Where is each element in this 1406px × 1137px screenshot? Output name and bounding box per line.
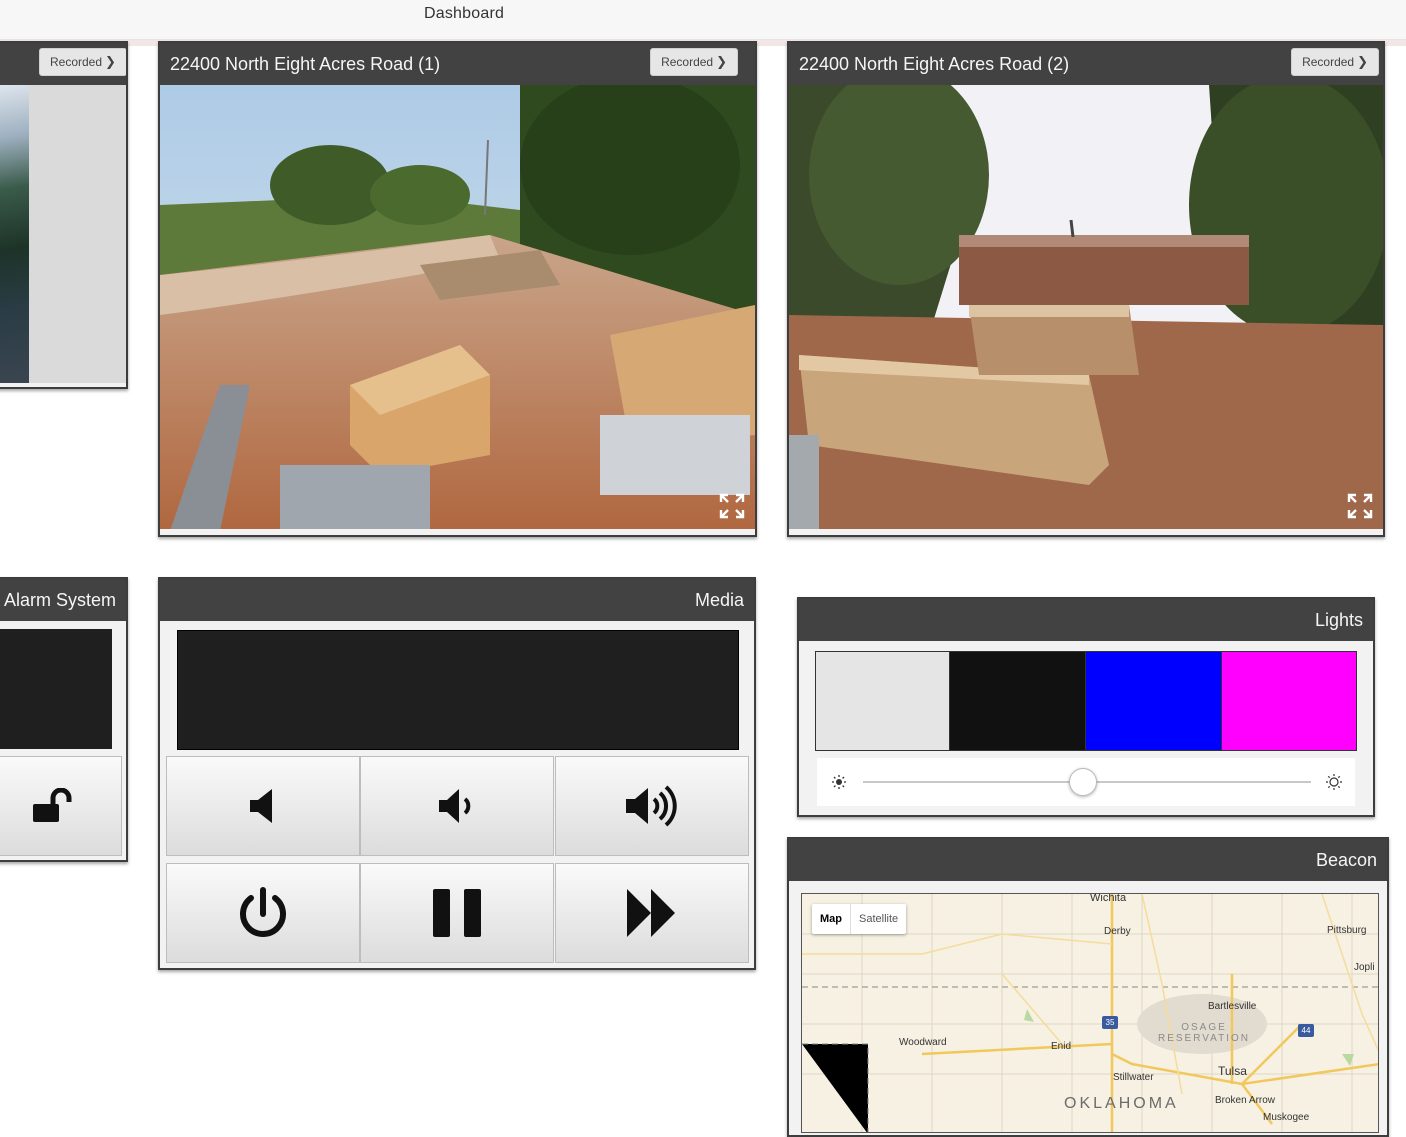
- lights-header: Lights: [799, 599, 1373, 641]
- fast-forward-icon: [627, 889, 675, 937]
- media-display: [177, 630, 739, 750]
- media-title: Media: [694, 590, 744, 610]
- camera-card-header: 22400 North Eight Acres Road (2) Recorde…: [789, 43, 1383, 85]
- interstate-44-shield: 44: [1298, 1024, 1314, 1037]
- alarm-display: [0, 629, 112, 749]
- map-label-tulsa: Tulsa: [1218, 1064, 1247, 1078]
- map-label-derby: Derby: [1104, 926, 1131, 937]
- lights-card: Lights: [797, 597, 1375, 817]
- map-tab-map[interactable]: Map: [812, 904, 850, 934]
- volume-down-button[interactable]: [360, 756, 554, 856]
- chevron-right-icon: ❯: [1357, 54, 1368, 69]
- media-card: Media: [158, 577, 756, 970]
- interstate-35-shield: 35: [1102, 1016, 1118, 1029]
- camera-card-header: Recorded ❯: [0, 43, 126, 85]
- power-icon: [240, 887, 286, 937]
- color-swatch-black[interactable]: [949, 651, 1086, 751]
- map-label-stillwater: Stillwater: [1113, 1072, 1154, 1083]
- color-swatch-blue[interactable]: [1085, 651, 1222, 751]
- camera-card-1: 22400 North Eight Acres Road (1) Recorde…: [158, 41, 757, 537]
- map-type-control: Map Satellite: [812, 904, 907, 934]
- map-label-oklahoma: OKLAHOMA: [1064, 1095, 1179, 1112]
- volume-up-button[interactable]: [555, 756, 749, 856]
- media-header: Media: [160, 579, 754, 621]
- recorded-label: Recorded: [50, 55, 103, 69]
- recorded-button[interactable]: Recorded ❯: [39, 48, 126, 76]
- volume-up-icon: [626, 785, 677, 827]
- power-button[interactable]: [166, 863, 360, 963]
- volume-down-icon: [439, 789, 471, 823]
- brightness-control: [817, 758, 1355, 806]
- unlock-icon: [33, 788, 72, 822]
- recorded-button[interactable]: Recorded ❯: [1291, 48, 1379, 76]
- pause-icon: [433, 889, 481, 937]
- alarm-system-card: Alarm System: [0, 577, 128, 862]
- fullscreen-icon[interactable]: [719, 493, 745, 519]
- alarm-title: Alarm System: [3, 590, 116, 610]
- map-tab-satellite[interactable]: Satellite: [850, 904, 906, 934]
- beacon-header: Beacon: [789, 839, 1387, 881]
- beacon-title: Beacon: [1315, 850, 1377, 870]
- color-swatch-white[interactable]: [815, 651, 950, 751]
- lights-title: Lights: [1314, 610, 1363, 630]
- volume-mute-button[interactable]: [166, 756, 360, 856]
- camera-title: 22400 North Eight Acres Road (1): [170, 54, 441, 74]
- camera-card-header: 22400 North Eight Acres Road (1) Recorde…: [160, 43, 755, 85]
- camera-image-partial[interactable]: [0, 85, 29, 383]
- map-label-osage: OSAGE RESERVATION: [1157, 1022, 1250, 1044]
- chevron-right-icon: ❯: [105, 54, 116, 69]
- map-label-woodward: Woodward: [899, 1037, 947, 1048]
- alarm-lock-button[interactable]: [0, 756, 122, 856]
- recorded-button[interactable]: Recorded ❯: [650, 48, 738, 76]
- brightness-slider-thumb[interactable]: [1069, 768, 1097, 796]
- construction-site-photo: [789, 85, 1383, 529]
- camera-feed-image[interactable]: [789, 85, 1383, 529]
- chevron-right-icon: ❯: [716, 54, 727, 69]
- beacon-card: Beacon Map Satellite Wichita Derby Pitts…: [787, 837, 1389, 1137]
- map-label-wichita: Wichita: [1090, 893, 1127, 904]
- map-label-joplin: Jopli: [1354, 962, 1375, 973]
- recorded-label: Recorded: [661, 55, 714, 69]
- pause-button[interactable]: [360, 863, 554, 963]
- recorded-label: Recorded: [1302, 55, 1355, 69]
- color-swatches: [815, 651, 1357, 751]
- top-bar: Dashboard: [0, 0, 1406, 40]
- camera-feed-image[interactable]: [160, 85, 755, 529]
- color-swatch-magenta[interactable]: [1221, 651, 1357, 751]
- lumber-yard-photo: [160, 85, 755, 529]
- map-label-muskogee: Muskogee: [1263, 1112, 1310, 1123]
- page-title: Dashboard: [424, 5, 505, 22]
- fast-forward-button[interactable]: [555, 863, 749, 963]
- camera-card-partial: Recorded ❯: [0, 41, 128, 389]
- camera-card-2: 22400 North Eight Acres Road (2) Recorde…: [787, 41, 1385, 537]
- map-label-pittsburg: Pittsburg: [1327, 925, 1367, 936]
- map-label-bartlesville: Bartlesville: [1208, 1001, 1257, 1012]
- brightness-low-icon: [832, 775, 846, 789]
- camera-title: 22400 North Eight Acres Road (2): [799, 54, 1070, 74]
- map-label-enid: Enid: [1051, 1041, 1072, 1052]
- volume-mute-icon: [250, 789, 272, 823]
- map-label-broken-arrow: Broken Arrow: [1215, 1095, 1276, 1106]
- brightness-high-icon: [1326, 774, 1342, 790]
- camera-empty-area: [29, 85, 126, 383]
- alarm-header: Alarm System: [0, 579, 126, 621]
- fullscreen-icon[interactable]: [1347, 493, 1373, 519]
- beacon-map[interactable]: Map Satellite Wichita Derby Pittsburg Jo…: [801, 893, 1379, 1133]
